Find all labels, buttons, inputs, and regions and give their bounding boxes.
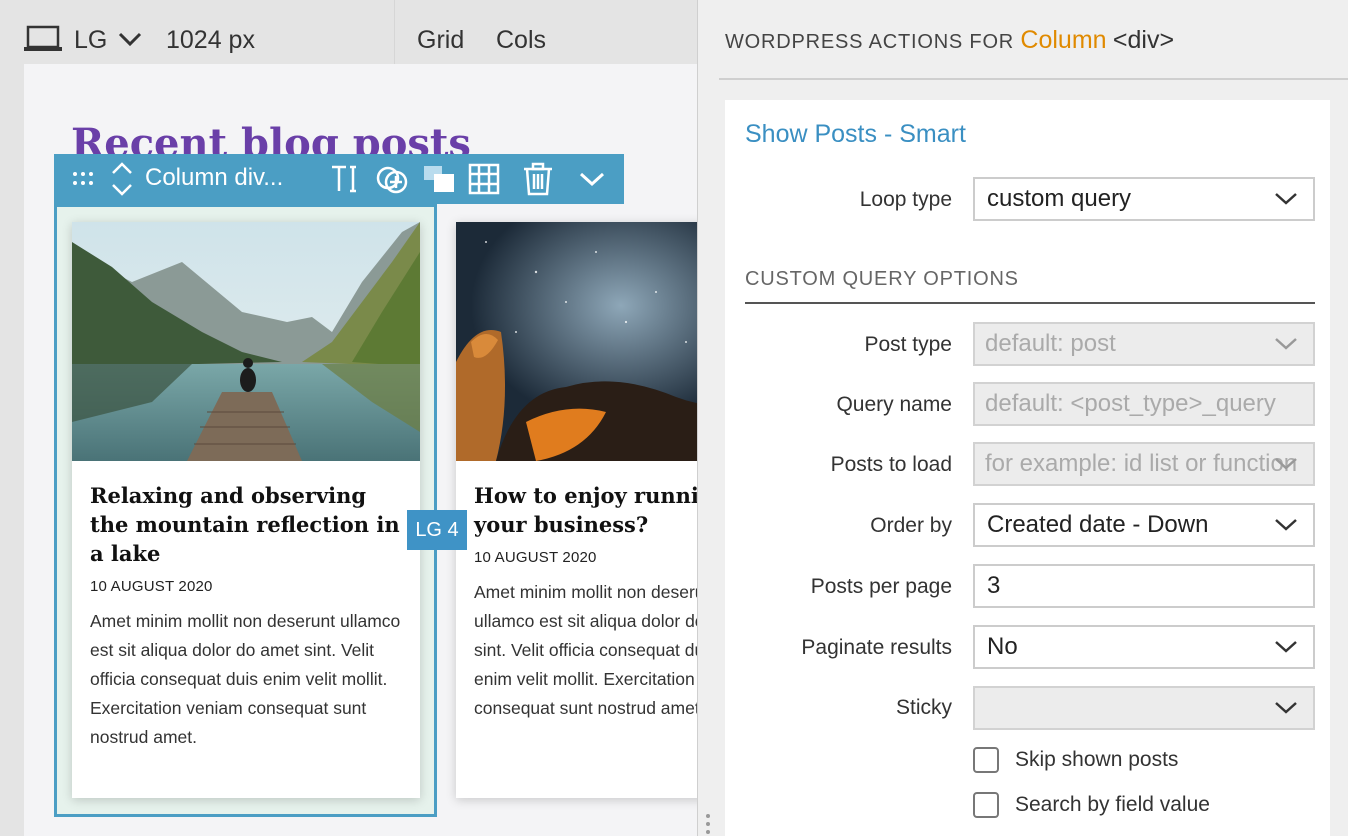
chevron-down-icon (1275, 338, 1297, 350)
actions-panel: WORDPRESS ACTIONS FOR Column <div> Show … (697, 0, 1348, 836)
element-name: Column (1020, 26, 1107, 54)
top-toolbar: LG 1024 px Grid Cols (0, 0, 697, 64)
card-title[interactable]: Relaxing and observing the mountain refl… (90, 481, 402, 568)
action-settings-form: Show Posts - Smart Loop type custom quer… (725, 100, 1330, 836)
paginate-results-select[interactable]: No (973, 625, 1315, 669)
blog-card[interactable]: Relaxing and observing the mountain refl… (72, 222, 420, 798)
order-by-select[interactable]: Created date - Down (973, 503, 1315, 547)
loop-type-select[interactable]: custom query (973, 177, 1315, 221)
block-name-label[interactable]: Column div... (145, 164, 283, 192)
blog-card[interactable]: How to enjoy running your business? 10 A… (456, 222, 697, 798)
lake-mountain-image (72, 222, 420, 461)
order-by-label: Order by (870, 514, 952, 537)
chevron-down-icon (1275, 519, 1297, 531)
post-type-label: Post type (864, 333, 952, 356)
post-type-placeholder: default: post (985, 330, 1116, 357)
panel-title-prefix: WORDPRESS ACTIONS FOR (725, 31, 1015, 53)
posts-to-load-select[interactable]: for example: id list or function (973, 442, 1315, 486)
action-title[interactable]: Show Posts - Smart (745, 120, 966, 149)
loop-type-label: Loop type (859, 188, 952, 211)
drag-handle-icon[interactable] (68, 154, 102, 204)
chevron-down-icon (1275, 702, 1297, 714)
card-excerpt: Amet minim mollit non deserunt ullamco e… (90, 611, 401, 747)
post-type-select[interactable]: default: post (973, 322, 1315, 366)
block-toolbar: Column div... (54, 154, 624, 204)
section-title: CUSTOM QUERY OPTIONS (745, 268, 1019, 290)
grid-toggle[interactable]: Grid (417, 26, 464, 55)
query-name-input[interactable]: default: <post_type>_query (973, 382, 1315, 426)
query-name-label: Query name (836, 393, 952, 416)
grid-icon[interactable] (464, 154, 504, 204)
paginate-results-value: No (987, 633, 1018, 660)
card-date: 10 AUGUST 2020 (90, 578, 213, 595)
posts-per-page-input[interactable]: 3 (973, 564, 1315, 608)
breakpoint-label[interactable]: LG (74, 26, 107, 55)
night-sky-image (456, 222, 697, 461)
breakpoint-chevron-down-icon[interactable] (116, 28, 144, 50)
posts-to-load-placeholder: for example: id list or function (985, 450, 1298, 477)
move-up-down-icon[interactable] (108, 154, 136, 204)
layers-icon[interactable] (420, 154, 458, 204)
divider (719, 78, 1348, 80)
query-name-placeholder: default: <post_type>_query (985, 390, 1276, 417)
skip-shown-posts-label[interactable]: Skip shown posts (1015, 748, 1178, 772)
trash-icon[interactable] (518, 154, 558, 204)
posts-per-page-value: 3 (987, 572, 1001, 599)
card-date: 10 AUGUST 2020 (474, 549, 597, 566)
section-divider (745, 302, 1315, 304)
paginate-results-label: Paginate results (801, 636, 952, 659)
search-by-field-label[interactable]: Search by field value (1015, 793, 1210, 817)
search-by-field-checkbox[interactable] (973, 792, 999, 818)
order-by-value: Created date - Down (987, 511, 1209, 538)
posts-per-page-label: Posts per page (810, 575, 952, 598)
sticky-select[interactable] (973, 686, 1315, 730)
chevron-down-icon (1275, 193, 1297, 205)
chevron-down-icon[interactable] (574, 154, 610, 204)
panel-resize-handle-icon[interactable] (705, 812, 711, 836)
sticky-label: Sticky (895, 696, 952, 719)
card-excerpt: Amet minim mollit non deserunt ullamco e… (474, 582, 697, 718)
card-title[interactable]: How to enjoy running your business? (474, 481, 697, 539)
element-tag: <div> (1112, 26, 1175, 54)
posts-to-load-label: Posts to load (830, 453, 952, 476)
canvas-width-label: 1024 px (166, 26, 255, 54)
cols-toggle[interactable]: Cols (496, 26, 546, 55)
column-size-badge[interactable]: LG 4 (407, 510, 467, 550)
skip-shown-posts-checkbox[interactable] (973, 747, 999, 773)
toolbar-divider (394, 0, 395, 64)
chevron-down-icon (1275, 641, 1297, 653)
laptop-icon[interactable] (24, 25, 62, 53)
text-cursor-icon[interactable] (327, 154, 361, 204)
add-circle-icon[interactable] (372, 154, 412, 204)
chevron-down-icon (1275, 458, 1297, 470)
loop-type-value: custom query (987, 185, 1132, 212)
panel-title: WORDPRESS ACTIONS FOR Column <div> (725, 26, 1174, 55)
